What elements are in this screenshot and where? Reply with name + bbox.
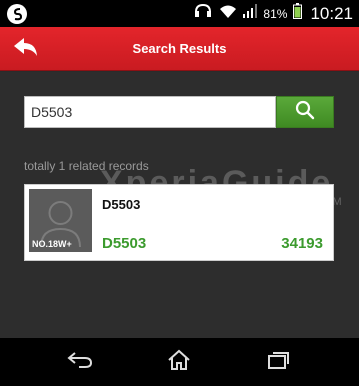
battery-percent: 81% xyxy=(263,6,288,21)
battery-icon xyxy=(293,3,303,24)
navigation-bar xyxy=(0,338,359,386)
back-icon xyxy=(67,351,93,374)
nav-recent-apps-button[interactable] xyxy=(264,350,294,374)
result-model: D5503 xyxy=(102,235,147,252)
result-score: 34193 xyxy=(281,235,323,252)
signal-icon xyxy=(243,4,258,23)
result-title: D5503 xyxy=(102,197,141,212)
app-header: Search Results xyxy=(0,27,359,71)
nav-home-button[interactable] xyxy=(164,349,194,376)
recent-apps-icon xyxy=(267,350,291,375)
rank-label: NO.18W+ xyxy=(32,239,72,249)
search-icon xyxy=(295,100,315,125)
back-arrow-icon xyxy=(13,37,39,62)
main-content: totally 1 related records XperiaGuide .C… xyxy=(0,72,359,338)
wifi-icon xyxy=(219,4,237,23)
status-bar: 81% 10:21 xyxy=(0,0,359,27)
nav-back-button[interactable] xyxy=(65,350,95,374)
home-icon xyxy=(167,349,191,376)
clock: 10:21 xyxy=(310,3,353,23)
result-card[interactable]: NO.18W+ D5503 D5503 34193 xyxy=(24,184,334,261)
status-icons: 81% 10:21 xyxy=(193,0,353,27)
avatar: NO.18W+ xyxy=(29,189,92,252)
back-button[interactable] xyxy=(0,27,52,71)
search-input[interactable] xyxy=(24,96,276,128)
sync-icon xyxy=(6,3,28,25)
headset-icon xyxy=(193,3,213,24)
search-button[interactable] xyxy=(276,96,334,128)
page-title: Search Results xyxy=(132,41,227,56)
records-count: totally 1 related records xyxy=(24,159,149,173)
